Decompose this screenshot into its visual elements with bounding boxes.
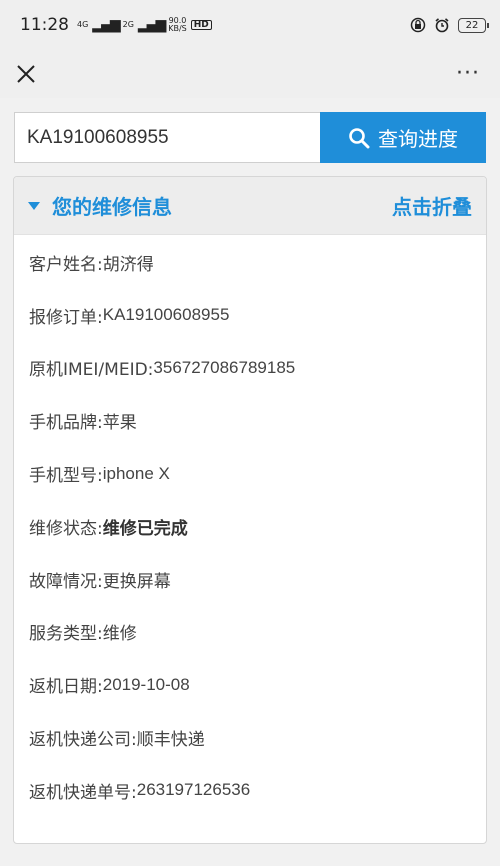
info-row-fault: 故障情况: 更换屏幕 (29, 553, 486, 606)
info-label: 故障情况: (29, 571, 103, 592)
info-row-customer-name: 客户姓名: 胡济得 (29, 236, 486, 289)
info-row-model: 手机型号: iphone X (29, 447, 486, 500)
info-row-service-type: 服务类型: 维修 (29, 606, 486, 659)
close-button[interactable] (14, 62, 38, 86)
info-label: 手机型号: (29, 466, 103, 487)
alarm-icon (435, 18, 449, 33)
title-bar: ··· (0, 50, 500, 98)
panel-title-group: 您的维修信息 (28, 191, 172, 220)
network-indicators: 4G ▂▄▆ 2G ▂▄▆ 90.0 KB/S HD (77, 17, 212, 33)
query-progress-label: 查询进度 (378, 127, 458, 151)
net-4g-label: 4G (77, 20, 89, 29)
info-value: iphone X (102, 463, 170, 483)
battery-icon: 22 (458, 17, 489, 33)
repair-status-value: 维修已完成 (102, 518, 188, 539)
info-row-repair-status: 维修状态: 维修已完成 (29, 500, 486, 553)
info-value: 胡济得 (102, 254, 154, 275)
info-label: 客户姓名: (29, 254, 103, 275)
info-row-order-number: 报修订单: KA19100608955 (29, 289, 486, 342)
lock-rotation-icon (410, 17, 426, 33)
info-value: 维修 (102, 624, 137, 645)
search-icon (349, 127, 370, 148)
info-label: 维修状态: (29, 518, 103, 539)
info-label: 手机品牌: (29, 413, 103, 434)
more-button[interactable]: ··· (456, 63, 480, 85)
battery-level: 22 (465, 19, 479, 31)
panel-title: 您的维修信息 (52, 195, 172, 219)
panel-header[interactable]: 您的维修信息 点击折叠 (14, 177, 486, 235)
caret-down-icon (28, 201, 40, 210)
info-label: 返机快递单号: (29, 782, 137, 803)
signal-icon: ▂▄▆ (92, 17, 120, 33)
info-value: 263197126536 (136, 780, 251, 800)
info-label: 返机快递公司: (29, 730, 137, 751)
info-value: KA19100608955 (102, 305, 230, 325)
repair-info-panel: 您的维修信息 点击折叠 客户姓名: 胡济得 报修订单: KA19100608955 … (13, 176, 487, 844)
order-number-input[interactable] (14, 112, 320, 163)
info-label: 返机日期: (29, 677, 103, 698)
info-value: 苹果 (102, 413, 137, 434)
info-row-brand: 手机品牌: 苹果 (29, 394, 486, 447)
net-speed: 90.0 KB/S (168, 17, 187, 33)
close-icon (17, 65, 35, 83)
net-2g-label: 2G (122, 20, 134, 29)
status-bar: 11:28 4G ▂▄▆ 2G ▂▄▆ 90.0 KB/S HD 22 (0, 0, 500, 50)
info-value: 2019-10-08 (102, 674, 190, 694)
info-label: 服务类型: (29, 624, 103, 645)
hd-badge: HD (190, 20, 212, 30)
status-time: 11:28 (20, 15, 69, 35)
search-row: 查询进度 (14, 112, 486, 163)
info-row-imei: 原机IMEI/MEID: 356727086789185 (29, 342, 486, 395)
info-row-courier: 返机快递公司: 顺丰快递 (29, 711, 486, 764)
info-value: 更换屏幕 (102, 571, 171, 592)
info-value: 顺丰快递 (136, 730, 205, 751)
info-list: 客户姓名: 胡济得 报修订单: KA19100608955 原机IMEI/MEID:… (14, 236, 486, 817)
net-speed-unit: KB/S (168, 24, 187, 33)
collapse-link[interactable]: 点击折叠 (392, 191, 472, 220)
query-progress-button[interactable]: 查询进度 (320, 112, 486, 163)
info-value: 356727086789185 (153, 357, 296, 377)
signal-icon-2: ▂▄▆ (137, 17, 166, 33)
info-label: 原机IMEI/MEID: (29, 360, 154, 381)
info-label: 报修订单: (29, 307, 103, 328)
info-row-return-date: 返机日期: 2019-10-08 (29, 658, 486, 711)
info-row-tracking-number: 返机快递单号: 263197126536 (29, 764, 486, 817)
